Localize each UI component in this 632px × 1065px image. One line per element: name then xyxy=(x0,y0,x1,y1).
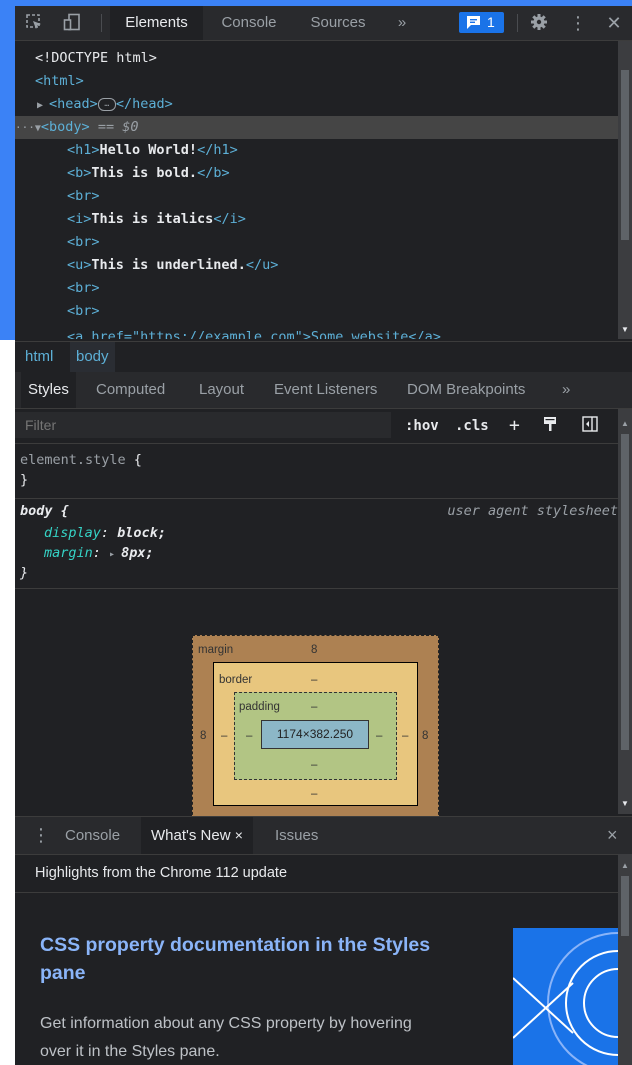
element-style-selector: element.style xyxy=(20,452,126,468)
toggle-sidebar-icon[interactable] xyxy=(580,415,600,435)
close-tab-icon[interactable]: × xyxy=(235,827,243,843)
a-node-partial[interactable]: <a href="https://example.com">Some websi… xyxy=(67,327,632,339)
padding-label: padding xyxy=(239,701,280,713)
body-rule[interactable]: body { user agent stylesheet display: bl… xyxy=(15,499,618,589)
box-model: 1174×382.250 margin 8 8 8 - border – – –… xyxy=(15,590,618,825)
scrollbar-thumb[interactable] xyxy=(621,70,629,240)
feature-description: Get information about any CSS property b… xyxy=(40,1015,412,1060)
scroll-down-icon[interactable]: ▼ xyxy=(621,799,629,808)
cls-button[interactable]: .cls xyxy=(455,415,489,437)
tab-computed[interactable]: Computed xyxy=(96,372,165,408)
tab-event-listeners[interactable]: Event Listeners xyxy=(274,372,377,408)
body-selector: body xyxy=(20,503,53,519)
i-node[interactable]: <i>This is italics</i> xyxy=(67,208,632,231)
border-left-value[interactable]: – xyxy=(221,729,227,743)
padding-top-value[interactable]: – xyxy=(311,700,317,714)
gear-icon[interactable] xyxy=(529,13,549,33)
toolbar-divider xyxy=(517,14,518,32)
tab-styles[interactable]: Styles xyxy=(21,372,76,408)
inspect-icon[interactable] xyxy=(24,13,44,33)
drawer-tab-issues[interactable]: Issues xyxy=(275,817,318,854)
head-node[interactable]: ▶ <head>… </head> xyxy=(37,93,632,116)
tab-layout[interactable]: Layout xyxy=(199,372,244,408)
tab-elements[interactable]: Elements xyxy=(110,6,203,40)
drawer-menu-icon[interactable]: ⋮ xyxy=(32,817,50,854)
tab-dom-breakpoints[interactable]: DOM Breakpoints xyxy=(407,372,525,408)
br-node[interactable]: <br> xyxy=(67,231,632,254)
html-node[interactable]: <html> xyxy=(35,70,632,93)
margin-right-value[interactable]: 8 xyxy=(422,729,428,743)
u-node[interactable]: <u>This is underlined.</u> xyxy=(67,254,632,277)
whats-new-header: Highlights from the Chrome 112 update xyxy=(15,854,618,893)
kebab-menu-icon[interactable]: ⋮ xyxy=(568,13,588,33)
issues-badge[interactable]: 1 xyxy=(459,12,504,33)
toolbar-divider xyxy=(101,14,102,32)
main-toolbar: Elements Console Sources » 1 ⋮ ✕ xyxy=(15,6,632,41)
new-rule-button[interactable]: + xyxy=(509,415,520,437)
tab-console[interactable]: Console xyxy=(211,6,287,40)
more-tabs-button[interactable]: » xyxy=(387,6,417,40)
stylesheet-source[interactable]: user agent stylesheet xyxy=(447,501,618,521)
scroll-up-icon[interactable]: ▲ xyxy=(621,419,629,428)
border-top-value[interactable]: – xyxy=(311,673,317,687)
padding-left-value[interactable]: – xyxy=(246,729,252,743)
padding-right-value[interactable]: – xyxy=(376,729,382,743)
doctype-node[interactable]: <!DOCTYPE html> xyxy=(35,47,632,70)
body-node-selected[interactable]: ···▼<body> == $0 xyxy=(15,116,618,139)
feature-illustration[interactable] xyxy=(513,928,618,1065)
h1-node[interactable]: <h1>Hello World!</h1> xyxy=(67,139,632,162)
b-node[interactable]: <b>This is bold.</b> xyxy=(67,162,632,185)
element-style-rule[interactable]: element.style { } xyxy=(15,448,618,499)
br-node[interactable]: <br> xyxy=(67,277,632,300)
declaration-display[interactable]: display: block; xyxy=(44,523,166,543)
feature-title[interactable]: CSS property documentation in the Styles… xyxy=(40,931,440,987)
rule-close-brace: } xyxy=(20,472,29,488)
issues-count: 1 xyxy=(487,14,495,30)
drawer-tab-console[interactable]: Console xyxy=(65,817,120,854)
margin-top-value[interactable]: 8 xyxy=(311,643,317,657)
expand-shorthand-icon[interactable]: ▸ xyxy=(109,549,121,560)
breadcrumb: html body xyxy=(15,341,632,373)
hov-button[interactable]: :hov xyxy=(405,415,439,437)
close-icon[interactable]: ✕ xyxy=(604,13,624,33)
scroll-up-icon[interactable]: ▲ xyxy=(621,861,629,870)
margin-left-value[interactable]: 8 xyxy=(200,729,206,743)
close-drawer-icon[interactable]: × xyxy=(607,817,618,854)
more-subtabs-button[interactable]: » xyxy=(562,372,570,408)
border-right-value[interactable]: – xyxy=(402,729,408,743)
device-toggle-icon[interactable] xyxy=(62,13,82,33)
elements-tree: <!DOCTYPE html> <html> ▶ <head>… </head> … xyxy=(15,41,618,339)
br-node[interactable]: <br> xyxy=(67,185,632,208)
box-model-content[interactable]: 1174×382.250 xyxy=(261,720,369,749)
drawer-tabbar: ⋮ Console What's New × Issues × xyxy=(15,816,632,855)
styles-tabbar: Styles Computed Layout Event Listeners D… xyxy=(15,372,632,409)
drawer-tab-whats-new[interactable]: What's New × xyxy=(141,817,253,854)
filter-input[interactable] xyxy=(15,412,391,438)
breadcrumb-html[interactable]: html xyxy=(25,342,53,372)
expand-arrow-icon[interactable]: ▶ xyxy=(37,100,49,111)
scrollbar-thumb[interactable] xyxy=(621,434,629,750)
elements-scrollbar[interactable]: ▼ xyxy=(618,41,632,339)
padding-bottom-value[interactable]: – xyxy=(311,758,317,772)
collapsed-ellipsis[interactable]: … xyxy=(97,97,116,111)
declaration-margin[interactable]: margin: ▸ 8px; xyxy=(44,543,154,563)
border-bottom-value[interactable]: – xyxy=(311,787,317,801)
rule-close-brace: } xyxy=(20,565,29,581)
drawer-scrollbar[interactable]: ▲ xyxy=(618,854,632,1065)
color-format-icon[interactable] xyxy=(540,415,560,435)
margin-label: margin xyxy=(198,644,234,656)
br-node[interactable]: <br> xyxy=(67,300,632,323)
styles-scrollbar[interactable]: ▲ ▼ xyxy=(618,409,632,814)
border-label: border xyxy=(219,674,253,686)
issues-icon xyxy=(466,15,481,36)
more-dots-icon[interactable]: ··· xyxy=(15,121,35,134)
scrollbar-thumb[interactable] xyxy=(621,876,629,936)
styles-filterbar: :hov .cls + xyxy=(15,409,618,444)
tab-sources[interactable]: Sources xyxy=(300,6,376,40)
breadcrumb-body[interactable]: body xyxy=(70,342,115,372)
scroll-down-icon[interactable]: ▼ xyxy=(621,325,629,334)
devtools-panel: Elements Console Sources » 1 ⋮ ✕ <!DOCTY… xyxy=(15,6,632,1065)
